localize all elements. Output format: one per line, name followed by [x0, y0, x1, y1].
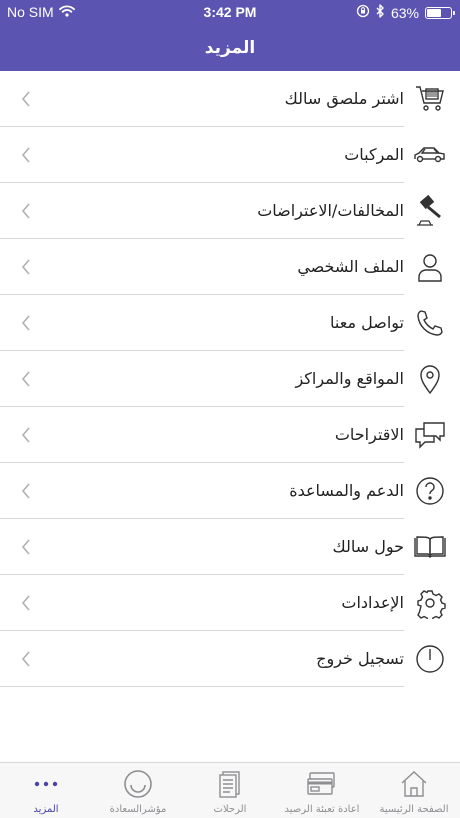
tab-label: اعادة تعبئة الرصيد [284, 804, 360, 815]
menu-item-label: الملف الشخصي [297, 257, 404, 276]
bottom-tab-bar: الصفحة الرئيسية اعادة تعبئة الرصيد الرحل… [0, 762, 460, 818]
more-dots-icon [30, 769, 62, 799]
tab-trips[interactable]: الرحلات [184, 763, 276, 818]
menu-item-label: تواصل معنا [330, 313, 404, 332]
menu-item-vehicles[interactable]: المركبات [0, 127, 460, 183]
menu-item-logout[interactable]: تسجيل خروج [0, 631, 460, 687]
person-icon [414, 251, 446, 283]
shopping-cart-icon [414, 83, 446, 115]
menu-item-label: المركبات [344, 145, 404, 164]
bluetooth-icon [376, 4, 385, 21]
menu-item-label: المواقع والمراكز [295, 369, 404, 388]
menu-item-label: الاقتراحات [334, 425, 404, 444]
chevron-left-icon [20, 258, 32, 276]
tab-home[interactable]: الصفحة الرئيسية [368, 763, 460, 818]
phone-icon [414, 307, 446, 339]
smiley-icon [122, 769, 154, 799]
status-bar: No SIM 3:42 PM 63% [0, 0, 460, 24]
gavel-icon [414, 194, 446, 227]
chevron-left-icon [20, 650, 32, 668]
chevron-left-icon [20, 538, 32, 556]
tab-happiness-meter[interactable]: مؤشرالسعادة [92, 763, 184, 818]
chevron-left-icon [20, 370, 32, 388]
menu-item-label: الإعدادات [341, 593, 404, 612]
menu-item-label: حول سالك [332, 537, 404, 556]
chat-bubbles-icon [414, 419, 446, 451]
tab-label: المزيد [33, 804, 59, 815]
menu-item-violations[interactable]: المخالفات/الاعتراضات [0, 183, 460, 239]
chevron-left-icon [20, 314, 32, 332]
tab-more[interactable]: المزيد [0, 763, 92, 818]
chevron-left-icon [20, 426, 32, 444]
battery-percent: 63% [390, 4, 419, 21]
document-icon [214, 769, 246, 799]
more-menu-list: اشتر ملصق سالك المركبات المخالفات/الاعتر… [0, 71, 460, 687]
battery-icon [425, 6, 455, 19]
menu-item-support[interactable]: الدعم والمساعدة [0, 463, 460, 519]
tab-label: الرحلات [213, 804, 247, 815]
menu-item-suggestions[interactable]: الاقتراحات [0, 407, 460, 463]
menu-item-label: اشتر ملصق سالك [284, 89, 404, 108]
chevron-left-icon [20, 202, 32, 220]
location-pin-icon [414, 363, 446, 395]
menu-item-settings[interactable]: الإعدادات [0, 575, 460, 631]
menu-item-profile[interactable]: الملف الشخصي [0, 239, 460, 295]
book-icon [414, 531, 446, 563]
menu-item-locations[interactable]: المواقع والمراكز [0, 351, 460, 407]
power-icon [414, 643, 446, 675]
car-icon [414, 139, 446, 171]
menu-item-about[interactable]: حول سالك [0, 519, 460, 575]
app-header: No SIM 3:42 PM 63% المزيد [0, 0, 460, 71]
menu-item-label: المخالفات/الاعتراضات [257, 201, 404, 220]
menu-item-buy-salik-tag[interactable]: اشتر ملصق سالك [0, 71, 460, 127]
chevron-left-icon [20, 146, 32, 164]
menu-item-label: تسجيل خروج [316, 649, 404, 668]
cards-icon [306, 769, 338, 799]
gear-icon [414, 587, 446, 622]
question-icon [414, 475, 446, 507]
orientation-lock-icon [356, 4, 370, 21]
tab-label: الصفحة الرئيسية [379, 804, 449, 815]
chevron-left-icon [20, 90, 32, 108]
tab-recharge[interactable]: اعادة تعبئة الرصيد [276, 763, 368, 818]
menu-item-contact-us[interactable]: تواصل معنا [0, 295, 460, 351]
tab-label: مؤشرالسعادة [109, 804, 167, 815]
page-title: المزيد [204, 38, 256, 58]
chevron-left-icon [20, 594, 32, 612]
home-icon [398, 769, 430, 799]
menu-item-label: الدعم والمساعدة [289, 481, 404, 500]
chevron-left-icon [20, 482, 32, 500]
